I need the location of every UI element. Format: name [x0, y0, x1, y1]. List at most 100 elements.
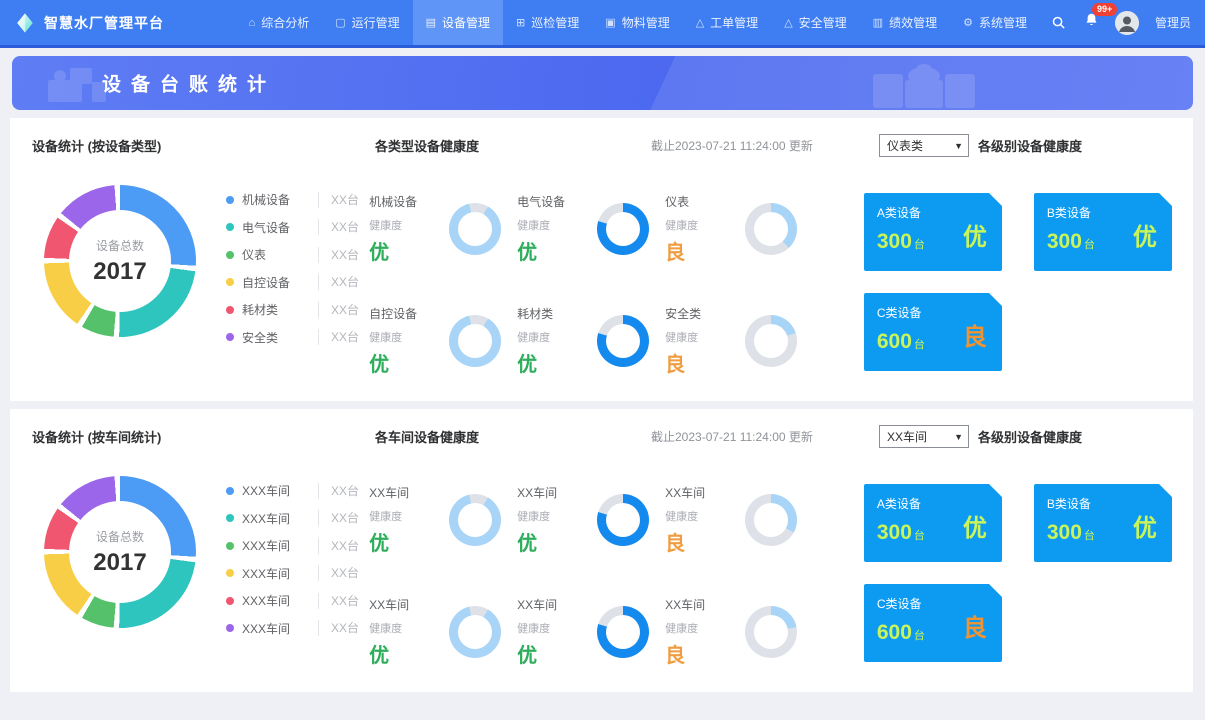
main-content: 设备统计 (按设备类型) 各类型设备健康度 截止2023-07-21 11:24…: [0, 118, 1205, 692]
page-banner: 设备台账统计: [12, 56, 1193, 110]
nav-item-material[interactable]: ▣ 物料管理: [592, 0, 682, 45]
legend-dot: [226, 514, 234, 522]
gauge-health-label: 健康度: [517, 620, 597, 636]
health-gauge: 机械设备 健康度 优: [369, 193, 517, 265]
user-avatar[interactable]: [1115, 11, 1139, 35]
nav-item-operation[interactable]: ▢ 运行管理: [322, 0, 412, 45]
legend-item: 仪表 XX台: [226, 246, 359, 263]
legend-item: 自控设备 XX台: [226, 274, 359, 291]
legend-dot: [226, 624, 234, 632]
legend-name: XXX车间: [242, 620, 318, 637]
select-value: XX车间: [887, 428, 927, 445]
gauge-health-label: 健康度: [369, 329, 449, 345]
card-count: 300: [877, 230, 912, 254]
gauge-name: XX车间: [517, 484, 597, 501]
performance-icon: ▥: [873, 16, 883, 29]
section-title: 设备统计 (按设备类型): [32, 136, 375, 155]
panel-body: 设备总数 2017 机械设备 XX台 电气设备 XX台 仪表 XX台 自控设备 …: [32, 185, 1193, 377]
stats-panel: 设备统计 (按设备类型) 各类型设备健康度 截止2023-07-21 11:24…: [10, 118, 1193, 401]
notification-bell[interactable]: 99+: [1084, 12, 1099, 33]
gauge-text: XX车间 健康度 良: [665, 484, 745, 556]
gauge-grade: 优: [517, 527, 597, 556]
card-count: 600: [877, 621, 912, 645]
stats-panel: 设备统计 (按车间统计) 各车间设备健康度 截止2023-07-21 11:24…: [10, 409, 1193, 692]
gauge-grade: 优: [369, 348, 449, 377]
nav-item-equipment[interactable]: ▤ 设备管理: [413, 0, 503, 45]
card-grade: 良: [963, 317, 987, 352]
select-value: 仪表类: [887, 137, 923, 154]
gauge-ring: [449, 606, 501, 658]
health-gauge: XX车间 健康度 优: [369, 596, 517, 668]
legend-dot: [226, 333, 234, 341]
health-gauge: 耗材类 健康度 优: [517, 305, 665, 377]
grade-card: A类设备 300 台 优: [864, 484, 1002, 562]
nav-item-system[interactable]: ⚙ 系统管理: [950, 0, 1040, 45]
card-unit: 台: [1084, 527, 1095, 543]
card-count: 300: [877, 521, 912, 545]
username-label[interactable]: 管理员: [1155, 14, 1191, 31]
legend-name: 耗材类: [242, 301, 318, 318]
gauge-ring: [597, 494, 649, 546]
gauge-text: XX车间 健康度 优: [369, 484, 449, 556]
legend-name: 安全类: [242, 329, 318, 346]
gauge-name: 耗材类: [517, 305, 597, 322]
category-select[interactable]: 仪表类 ▼: [879, 134, 969, 157]
legend-value: XX台: [318, 302, 359, 318]
top-navigation-bar: 智慧水厂管理平台 ⌂ 综合分析 ▢ 运行管理 ▤ 设备管理 ⊞ 巡检管理 ▣ 物…: [0, 0, 1205, 48]
monitor-icon: ▢: [335, 16, 345, 29]
card-grade: 优: [1133, 217, 1157, 252]
legend-value: XX台: [318, 274, 359, 290]
health-gauge: XX车间 健康度 良: [665, 596, 813, 668]
legend-value: XX台: [318, 620, 359, 636]
donut-chart: 设备总数 2017: [44, 476, 196, 628]
category-select[interactable]: XX车间 ▼: [879, 425, 969, 448]
gauge-health-label: 健康度: [517, 508, 597, 524]
health-gauge: 自控设备 健康度 优: [369, 305, 517, 377]
gauge-group-title: 各类型设备健康度: [375, 136, 651, 155]
gauge-ring: [597, 203, 649, 255]
donut-legend: 机械设备 XX台 电气设备 XX台 仪表 XX台 自控设备 XX台 耗材类 XX…: [226, 191, 359, 377]
legend-dot: [226, 223, 234, 231]
gauge-name: 自控设备: [369, 305, 449, 322]
warning-icon: △: [784, 16, 792, 29]
card-count: 300: [1047, 230, 1082, 254]
app-title: 智慧水厂管理平台: [44, 13, 164, 33]
app-logo[interactable]: 智慧水厂管理平台: [14, 12, 164, 34]
legend-item: XXX车间 XX台: [226, 537, 359, 554]
chevron-down-icon: ▼: [954, 432, 963, 442]
gauge-ring: [745, 494, 797, 546]
card-unit: 台: [1084, 236, 1095, 252]
gauge-health-label: 健康度: [665, 508, 745, 524]
grade-card: C类设备 600 台 良: [864, 584, 1002, 662]
legend-item: XXX车间 XX台: [226, 482, 359, 499]
legend-dot: [226, 278, 234, 286]
nav-item-inspection[interactable]: ⊞ 巡检管理: [503, 0, 592, 45]
legend-name: XXX车间: [242, 592, 318, 609]
legend-item: XXX车间 XX台: [226, 620, 359, 637]
gauge-name: XX车间: [665, 484, 745, 501]
gauge-text: 机械设备 健康度 优: [369, 193, 449, 265]
nav-item-safety[interactable]: △ 安全管理: [771, 0, 859, 45]
nav-item-analysis[interactable]: ⌂ 综合分析: [236, 0, 323, 45]
legend-name: XXX车间: [242, 537, 318, 554]
gauge-text: 电气设备 健康度 优: [517, 193, 597, 265]
nav-menu: ⌂ 综合分析 ▢ 运行管理 ▤ 设备管理 ⊞ 巡检管理 ▣ 物料管理 △ 工单管…: [236, 0, 1040, 45]
nav-item-performance[interactable]: ▥ 绩效管理: [860, 0, 950, 45]
donut-zone: 设备总数 2017 XXX车间 XX台 XXX车间 XX台 XXX车间 XX台 …: [32, 476, 369, 668]
gauge-grid: XX车间 健康度 优 XX车间 健康度 优 XX车间 健康度 良 XX车间 健康…: [369, 476, 864, 668]
search-icon[interactable]: [1050, 14, 1068, 32]
health-gauge: 安全类 健康度 良: [665, 305, 813, 377]
legend-dot: [226, 196, 234, 204]
gear-icon: ⚙: [963, 16, 973, 29]
health-gauge: XX车间 健康度 优: [369, 484, 517, 556]
legend-value: XX台: [318, 593, 359, 609]
gauge-health-label: 健康度: [369, 217, 449, 233]
grade-card: C类设备 600 台 良: [864, 293, 1002, 371]
nav-item-label: 设备管理: [442, 14, 490, 31]
nav-item-workorder[interactable]: △ 工单管理: [683, 0, 771, 45]
card-unit: 台: [914, 336, 925, 352]
nav-item-label: 绩效管理: [889, 14, 937, 31]
health-gauge: XX车间 健康度 良: [665, 484, 813, 556]
nav-item-label: 工单管理: [710, 14, 758, 31]
panel-header: 设备统计 (按车间统计) 各车间设备健康度 截止2023-07-21 11:24…: [32, 425, 1193, 448]
